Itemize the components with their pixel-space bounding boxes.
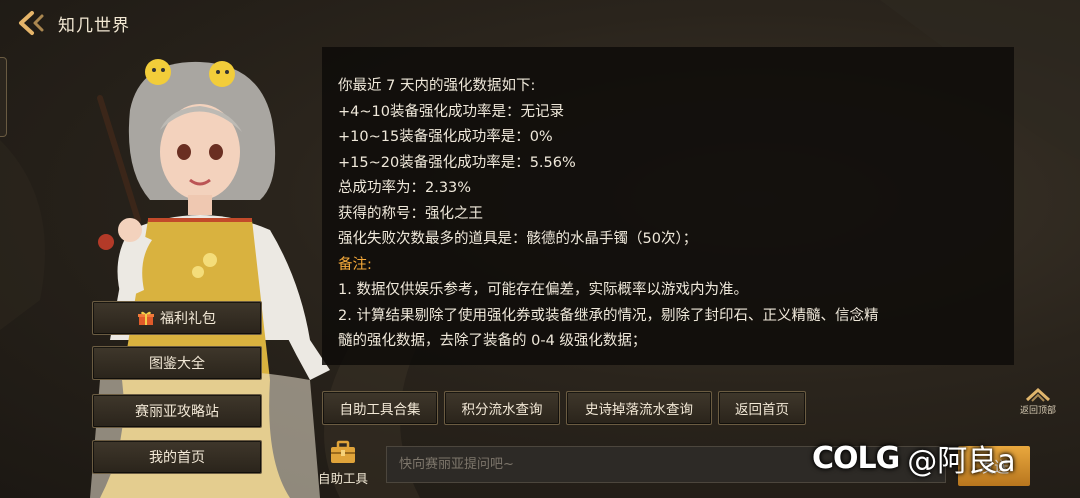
scroll-to-top-button[interactable]: 返回顶部 — [1016, 386, 1060, 416]
tool-label: 返回首页 — [735, 402, 789, 418]
self-tools-label: 自助工具 — [317, 471, 368, 486]
info-line: 你最近 7 天内的强化数据如下: — [338, 78, 536, 94]
watermark-author: @阿良a — [907, 444, 1016, 479]
note-line: 2. 计算结果剔除了使用强化券或装备继承的情况，剔除了封印石、正义精髓、信念精 — [338, 307, 879, 324]
page-title: 知几世界 — [58, 16, 130, 36]
info-line: +10~15装备强化成功率是：0% — [338, 129, 553, 145]
colg-watermark: COLG @阿良a — [812, 432, 1016, 484]
menu-encyclopedia[interactable]: 图鉴大全 — [92, 346, 262, 380]
toolbox-icon — [331, 440, 355, 463]
tool-epic-drop-history-button[interactable]: 史诗掉落流水查询 — [566, 391, 712, 425]
info-line: 获得的称号：强化之王 — [338, 205, 483, 222]
tool-self-service-collection-button[interactable]: 自助工具合集 — [322, 391, 438, 425]
note-line: 1. 数据仅供娱乐参考，可能存在偏差，实际概率以游戏内为准。 — [338, 282, 748, 298]
menu-welfare-gift-label: 福利礼包 — [160, 311, 216, 327]
enhancement-report-panel: 你最近 7 天内的强化数据如下: +4~10装备强化成功率是：无记录 +10~1… — [322, 47, 1014, 365]
self-tools-button[interactable]: 自助工具 — [312, 440, 374, 492]
menu-seria-guide[interactable]: 赛丽亚攻略站 — [92, 394, 262, 428]
back-button[interactable] — [12, 6, 48, 40]
side-drawer-handle[interactable] — [0, 57, 7, 137]
menu-my-home-label: 我的首页 — [149, 450, 205, 466]
gift-icon — [138, 311, 154, 325]
tool-points-history-button[interactable]: 积分流水查询 — [444, 391, 560, 425]
tool-label: 史诗掉落流水查询 — [585, 402, 693, 418]
info-line: 强化失败次数最多的道具是：骸德的水晶手镯（50次）； — [338, 231, 698, 247]
colg-logo: COLG — [812, 440, 900, 476]
tool-label: 自助工具合集 — [339, 402, 421, 418]
note-line: 髓的强化数据，去除了装备的 0-4 级强化数据； — [338, 333, 647, 349]
chevron-up-icon — [1025, 387, 1051, 402]
tool-back-home-button[interactable]: 返回首页 — [718, 391, 806, 425]
menu-encyclopedia-label: 图鉴大全 — [149, 356, 205, 372]
note-title: 备注: — [338, 256, 372, 273]
tool-label: 积分流水查询 — [461, 402, 543, 418]
seria-character-illustration — [90, 59, 330, 498]
scroll-to-top-label: 返回顶部 — [1019, 406, 1056, 416]
back-arrow-icon — [19, 11, 44, 35]
menu-welfare-gift[interactable]: 福利礼包 — [92, 301, 262, 335]
info-line: +15~20装备强化成功率是：5.56% — [338, 154, 576, 171]
menu-seria-guide-label: 赛丽亚攻略站 — [135, 404, 219, 420]
info-line: 总成功率为：2.33% — [338, 180, 472, 196]
info-line: +4~10装备强化成功率是：无记录 — [338, 103, 564, 120]
menu-my-home[interactable]: 我的首页 — [92, 440, 262, 474]
